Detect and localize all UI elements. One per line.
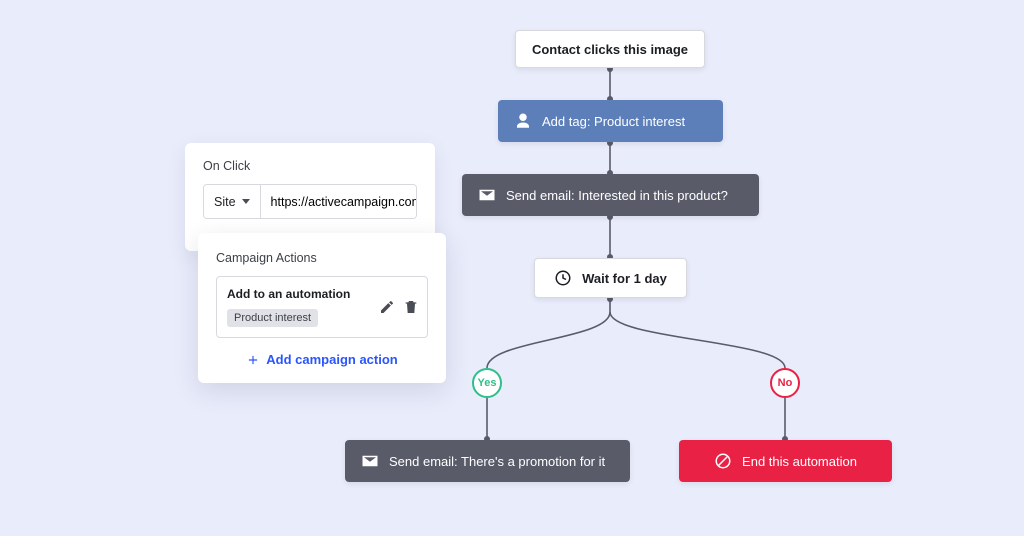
wait-label: Wait for 1 day bbox=[582, 271, 667, 286]
trigger-label: Contact clicks this image bbox=[532, 42, 688, 57]
wait-node[interactable]: Wait for 1 day bbox=[534, 258, 687, 298]
ban-icon bbox=[714, 452, 732, 470]
clock-icon bbox=[554, 269, 572, 287]
send-email-1-label: Send email: Interested in this product? bbox=[506, 188, 728, 203]
campaign-action-tag: Product interest bbox=[227, 309, 318, 327]
yes-label: Yes bbox=[478, 377, 497, 389]
mail-icon bbox=[478, 186, 496, 204]
automation-flow: Contact clicks this image Add tag: Produ… bbox=[375, 0, 1015, 536]
no-badge: No bbox=[770, 368, 800, 398]
yes-badge: Yes bbox=[472, 368, 502, 398]
end-automation-label: End this automation bbox=[742, 454, 857, 469]
onclick-type-select[interactable]: Site bbox=[204, 185, 261, 218]
send-email-2-label: Send email: There's a promotion for it bbox=[389, 454, 605, 469]
no-label: No bbox=[778, 377, 793, 389]
add-tag-label: Add tag: Product interest bbox=[542, 114, 685, 129]
add-tag-node[interactable]: Add tag: Product interest bbox=[498, 100, 723, 142]
send-email-node-2[interactable]: Send email: There's a promotion for it bbox=[345, 440, 630, 482]
plus-icon bbox=[246, 353, 260, 367]
onclick-type-value: Site bbox=[214, 195, 236, 209]
end-automation-node[interactable]: End this automation bbox=[679, 440, 892, 482]
send-email-node-1[interactable]: Send email: Interested in this product? bbox=[462, 174, 759, 216]
chevron-down-icon bbox=[242, 199, 250, 204]
mail-icon bbox=[361, 452, 379, 470]
trigger-node[interactable]: Contact clicks this image bbox=[515, 30, 705, 68]
person-icon bbox=[514, 112, 532, 130]
